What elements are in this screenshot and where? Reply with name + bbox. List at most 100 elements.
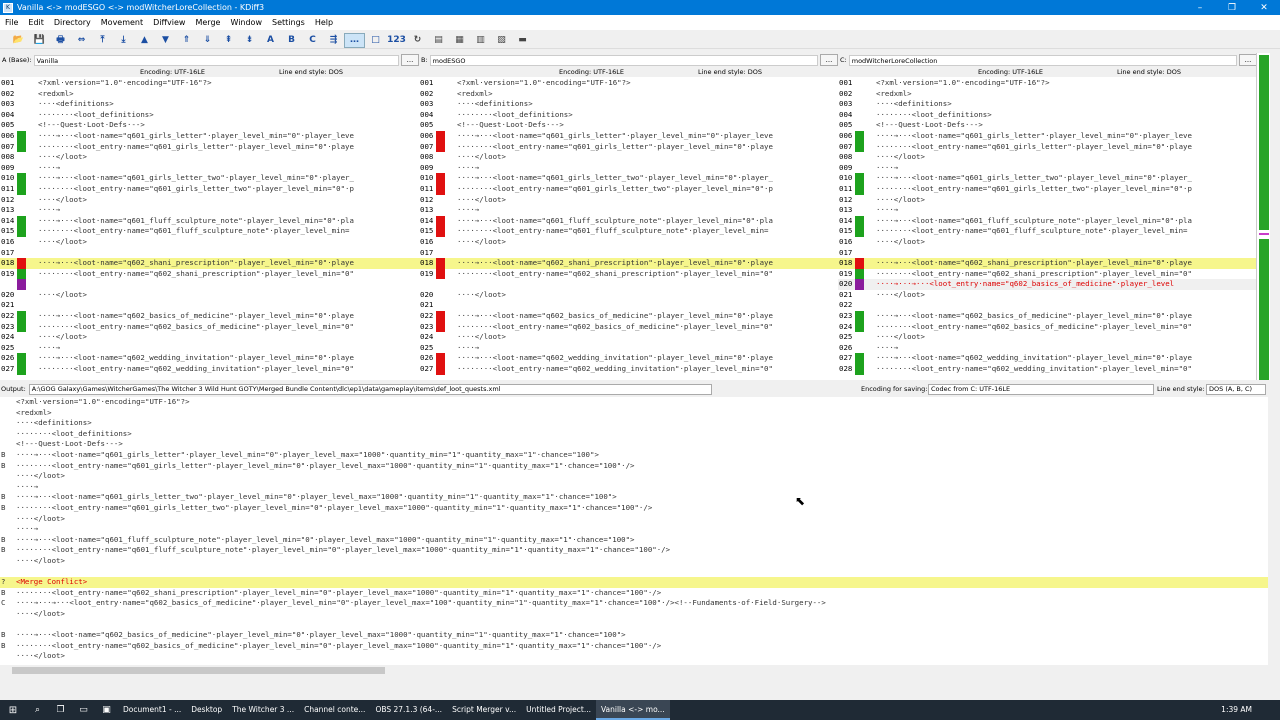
taskbar-item[interactable]: Channel conte... bbox=[299, 700, 370, 720]
diff-line[interactable]: 010 ····→···<loot·name="q601_girls_letter… bbox=[419, 173, 838, 184]
diff-line[interactable]: 011 ········<loot_entry·name="q601_girls_… bbox=[419, 183, 838, 195]
diff-line[interactable]: 022 bbox=[838, 300, 1257, 311]
output-path-field[interactable]: A:\GOG Galaxy\Games\WitcherGames\The Wit… bbox=[28, 383, 712, 395]
diff-line[interactable]: 022 ····→···<loot·name="q602_basics_of_me… bbox=[0, 311, 419, 322]
output-line[interactable] bbox=[0, 619, 1268, 630]
task-view-icon[interactable]: ❐ bbox=[49, 705, 72, 715]
diff-line[interactable]: 024 ····</loot> bbox=[419, 332, 838, 343]
output-line[interactable]: ····→ bbox=[0, 524, 1268, 535]
window-a-icon[interactable]: ▦ bbox=[449, 33, 470, 48]
diff-line[interactable]: 002 <redxml> bbox=[419, 89, 838, 100]
diff-line[interactable]: 001 <?xml·version="1.0"·encoding="UTF-16"… bbox=[419, 78, 838, 89]
diff-line[interactable]: 021 ····</loot> bbox=[838, 290, 1257, 301]
diff-line[interactable]: 026 ····→ bbox=[838, 343, 1257, 354]
taskbar-item[interactable]: Vanilla <-> mo... bbox=[595, 700, 670, 720]
start-button[interactable]: ⊞ bbox=[0, 705, 26, 716]
output-line[interactable]: ········<loot_definitions> bbox=[0, 429, 1268, 440]
select-b-icon[interactable]: B bbox=[281, 33, 302, 48]
diff-line[interactable]: 012 ····</loot> bbox=[838, 195, 1257, 206]
output-line[interactable]: ····</loot> bbox=[0, 471, 1268, 482]
diff-line[interactable]: 019 ········<loot_entry·name="q602_shani_… bbox=[0, 268, 419, 280]
diff-line[interactable]: 010 ····→···<loot·name="q601_girls_letter… bbox=[0, 173, 419, 184]
diff-line[interactable]: 015 ········<loot_entry·name="q601_fluff_… bbox=[838, 226, 1257, 237]
taskbar-item[interactable]: The Witcher 3 ... bbox=[227, 700, 299, 720]
diff-line[interactable]: 025 ····→ bbox=[419, 343, 838, 354]
auto-advance-icon[interactable]: ⇶ bbox=[323, 33, 344, 48]
diff-line[interactable]: 022 ····→···<loot·name="q602_basics_of_me… bbox=[419, 311, 838, 322]
browse-button[interactable]: ... bbox=[820, 54, 838, 66]
diff-line[interactable]: 009 ····→ bbox=[419, 163, 838, 174]
print-icon[interactable]: 🖶 bbox=[50, 33, 71, 48]
taskbar-item[interactable]: OBS 27.1.3 (64-... bbox=[370, 700, 447, 720]
menu-item-movement[interactable]: Movement bbox=[96, 18, 148, 27]
diff-line[interactable]: 008 ····</loot> bbox=[0, 152, 419, 163]
diff-line[interactable]: 013 ····→ bbox=[0, 205, 419, 216]
output-line[interactable]: ····</loot> bbox=[0, 609, 1268, 620]
browse-button[interactable]: ... bbox=[1239, 54, 1257, 66]
output-vertical-scrollbar[interactable] bbox=[1268, 397, 1280, 665]
split-view-icon[interactable]: ▤ bbox=[428, 33, 449, 48]
save-icon[interactable]: 💾 bbox=[29, 33, 50, 48]
output-line[interactable]: <?xml·version="1.0"·encoding="UTF-16"?> bbox=[0, 397, 1268, 408]
diff-line[interactable]: 004 ········<loot_definitions> bbox=[419, 110, 838, 121]
diff-line[interactable]: 025 ····→ bbox=[0, 343, 419, 354]
go-bottom-icon[interactable]: ⤓ bbox=[113, 33, 134, 48]
output-line[interactable] bbox=[0, 567, 1268, 578]
diff-line[interactable]: 011 ········<loot_entry·name="q601_girls_… bbox=[0, 183, 419, 195]
diff-line[interactable]: 004 ········<loot_definitions> bbox=[838, 110, 1257, 121]
menu-item-merge[interactable]: Merge bbox=[190, 18, 225, 27]
line-end-style-select[interactable]: DOS (A, B, C) bbox=[1206, 384, 1266, 395]
browse-button[interactable]: ... bbox=[401, 54, 419, 66]
diff-line[interactable]: 027 ········<loot_entry·name="q602_weddin… bbox=[0, 364, 419, 375]
diff-line[interactable]: 005 <!--·Quest·Loot·Defs·--> bbox=[419, 120, 838, 131]
select-a-icon[interactable]: A bbox=[260, 33, 281, 48]
select-c-icon[interactable]: C bbox=[302, 33, 323, 48]
window-b-icon[interactable]: ▥ bbox=[470, 33, 491, 48]
go-prev-unsolved-icon[interactable]: ⇞ bbox=[218, 33, 239, 48]
diff-line[interactable]: 010 ····→···<loot·name="q601_girls_letter… bbox=[838, 173, 1257, 184]
show-space-icon[interactable]: □ bbox=[365, 33, 386, 48]
diff-line[interactable]: 020 ····</loot> bbox=[0, 290, 419, 301]
diff-line[interactable]: 007 ········<loot_entry·name="q601_girls_… bbox=[419, 141, 838, 153]
output-line[interactable]: B ········<loot_entry·name="q602_shani_pr… bbox=[0, 588, 1268, 599]
diff-line[interactable]: 020 ····→···→···<loot_entry·name="q602_ba… bbox=[838, 279, 1257, 290]
diff-line[interactable]: 007 ········<loot_entry·name="q601_girls_… bbox=[0, 141, 419, 153]
menu-item-settings[interactable]: Settings bbox=[267, 18, 310, 27]
merge-output-pane[interactable]: <?xml·version="1.0"·encoding="UTF-16"?> <… bbox=[0, 397, 1268, 665]
output-horizontal-scrollbar[interactable] bbox=[0, 665, 1268, 676]
output-line[interactable]: ····<definitions> bbox=[0, 418, 1268, 429]
diff-line[interactable]: 019 ········<loot_entry·name="q602_shani_… bbox=[838, 268, 1257, 280]
diff-pane-b[interactable]: B: modESGO... Encoding: UTF-16LE Line end s… bbox=[419, 53, 838, 380]
output-line[interactable]: ····</loot> bbox=[0, 514, 1268, 525]
menu-item-window[interactable]: Window bbox=[225, 18, 267, 27]
diff-line[interactable]: 008 ····</loot> bbox=[838, 152, 1257, 163]
diff-line[interactable]: 018 ····→···<loot·name="q602_shani_prescr… bbox=[838, 258, 1257, 269]
diff-line[interactable]: 011 ········<loot_entry·name="q601_girls_… bbox=[838, 183, 1257, 195]
diff-overview-bar[interactable] bbox=[1256, 53, 1270, 380]
source-field[interactable]: modWitcherLoreCollection bbox=[848, 54, 1237, 66]
output-line[interactable]: B ····→···<loot·name="q601_girls_letter_t… bbox=[0, 492, 1268, 503]
diff-line[interactable]: 012 ····</loot> bbox=[0, 195, 419, 206]
diff-line[interactable]: 016 ····</loot> bbox=[838, 237, 1257, 248]
line-numbers-icon[interactable]: 123 bbox=[386, 33, 407, 48]
diff-line[interactable]: 014 ····→···<loot·name="q601_fluff_sculpt… bbox=[838, 215, 1257, 227]
diff-line[interactable]: 015 ········<loot_entry·name="q601_fluff_… bbox=[0, 226, 419, 237]
diff-line[interactable]: 007 ········<loot_entry·name="q601_girls_… bbox=[838, 141, 1257, 153]
menu-item-edit[interactable]: Edit bbox=[23, 18, 49, 27]
diff-line[interactable]: 023 ········<loot_entry·name="q602_basics… bbox=[0, 321, 419, 333]
go-top-icon[interactable]: ⤒ bbox=[92, 33, 113, 48]
menu-item-directory[interactable]: Directory bbox=[49, 18, 96, 27]
diff-line[interactable]: 017 bbox=[0, 248, 419, 259]
diff-line[interactable]: 009 ····→ bbox=[0, 163, 419, 174]
diff-line[interactable]: 018 ····→···<loot·name="q602_shani_prescr… bbox=[0, 258, 419, 269]
output-line[interactable]: B ····→···<loot·name="q602_basics_of_medi… bbox=[0, 630, 1268, 641]
top-vertical-scrollbar[interactable] bbox=[1270, 53, 1280, 380]
menu-item-help[interactable]: Help bbox=[310, 18, 338, 27]
source-field[interactable]: Vanilla bbox=[33, 54, 399, 66]
maximize-button[interactable]: ❐ bbox=[1216, 3, 1248, 13]
output-line[interactable]: C ····→···→···<loot_entry·name="q602_basi… bbox=[0, 598, 1268, 609]
diff-line[interactable]: 005 <!--·Quest·Loot·Defs·--> bbox=[838, 120, 1257, 131]
diff-line[interactable]: 028 ········<loot_entry·name="q602_weddin… bbox=[838, 364, 1257, 375]
diff-line[interactable]: 015 ········<loot_entry·name="q601_fluff_… bbox=[419, 226, 838, 237]
diff-line[interactable]: 017 bbox=[838, 248, 1257, 259]
